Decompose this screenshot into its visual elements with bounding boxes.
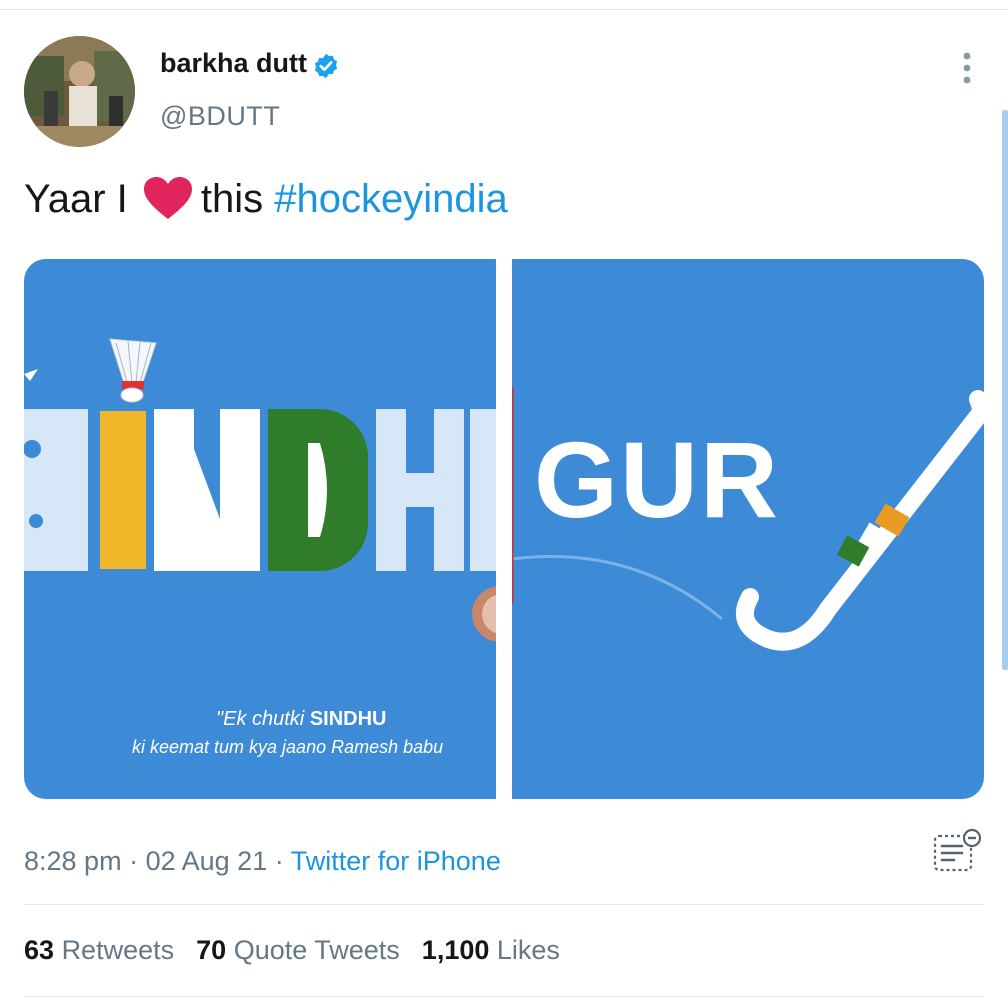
quote-tweets-label: Quote Tweets bbox=[233, 935, 400, 965]
player-photo-fragment bbox=[472, 586, 496, 642]
author-handle[interactable]: @BDUTT bbox=[160, 101, 280, 132]
tweet-text-start: Yaar I bbox=[24, 177, 128, 221]
author-name[interactable]: barkha dutt bbox=[160, 48, 307, 79]
profile-photo-icon bbox=[24, 36, 135, 147]
letter-h-shape bbox=[406, 409, 434, 571]
divider bbox=[24, 996, 984, 997]
media-image-right[interactable]: GUR bbox=[512, 259, 984, 799]
scrollbar-thumb[interactable] bbox=[1002, 110, 1008, 670]
letter-n-shape bbox=[194, 409, 220, 519]
poster-quote-line1: "Ek chutki SINDHU bbox=[216, 708, 386, 731]
tweet-time[interactable]: 8:28 pm bbox=[24, 846, 122, 876]
top-divider bbox=[0, 9, 1008, 10]
quote-bold-word: SINDHU bbox=[309, 708, 387, 730]
avatar[interactable] bbox=[24, 36, 135, 147]
quote-prefix: "Ek chutki bbox=[216, 708, 305, 730]
poster-quote-line2: ki keemat tum kya jaano Ramesh babu bbox=[132, 737, 444, 757]
hockey-stick-icon bbox=[736, 390, 984, 651]
more-options-icon[interactable] bbox=[956, 50, 978, 86]
sindhu-letter-u: U bbox=[470, 409, 496, 571]
meta-separator: · bbox=[274, 846, 284, 876]
likes-count: 1,100 bbox=[421, 935, 490, 965]
quote-tweets-count: 70 bbox=[196, 935, 227, 965]
likes-label: Likes bbox=[496, 935, 560, 965]
engagement-stats: 63 Retweets 70 Quote Tweets 1,100 Likes bbox=[24, 935, 560, 966]
meta-separator: · bbox=[129, 846, 139, 876]
verified-badge-icon bbox=[314, 53, 338, 79]
divider bbox=[24, 904, 984, 905]
retweets-label: Retweets bbox=[61, 935, 175, 965]
tweet-media[interactable]: S I N D H U "Ek chutki SINDHU ki keemat … bbox=[24, 259, 984, 799]
hashtag-link[interactable]: #hockeyindia bbox=[274, 177, 508, 221]
tweet-timestamp: 8:28 pm · 02 Aug 21 · Twitter for iPhone bbox=[24, 846, 501, 877]
tweet-text-middle: this bbox=[200, 177, 264, 221]
sindhu-letter-i: I bbox=[100, 411, 146, 569]
shuttlecock-icon bbox=[109, 338, 157, 403]
media-image-left[interactable]: S I N D H U "Ek chutki SINDHU ki keemat … bbox=[24, 259, 496, 799]
tweet-date[interactable]: 02 Aug 21 bbox=[146, 846, 268, 876]
tweet-text: Yaar I this #hockeyindia bbox=[24, 176, 508, 222]
red-heart-icon bbox=[143, 177, 192, 219]
letter-d-shape bbox=[308, 443, 327, 537]
gur-title: GUR bbox=[534, 419, 780, 540]
bird-icon bbox=[24, 369, 38, 381]
tweet-source-link[interactable]: Twitter for iPhone bbox=[291, 846, 501, 876]
retweets-stat[interactable]: 63 Retweets bbox=[24, 935, 174, 965]
retweets-count: 63 bbox=[24, 935, 55, 965]
letter-s-shape bbox=[24, 440, 43, 528]
community-notes-icon[interactable] bbox=[932, 828, 984, 874]
likes-stat[interactable]: 1,100 Likes bbox=[422, 935, 560, 965]
quote-tweets-stat[interactable]: 70 Quote Tweets bbox=[196, 935, 400, 965]
